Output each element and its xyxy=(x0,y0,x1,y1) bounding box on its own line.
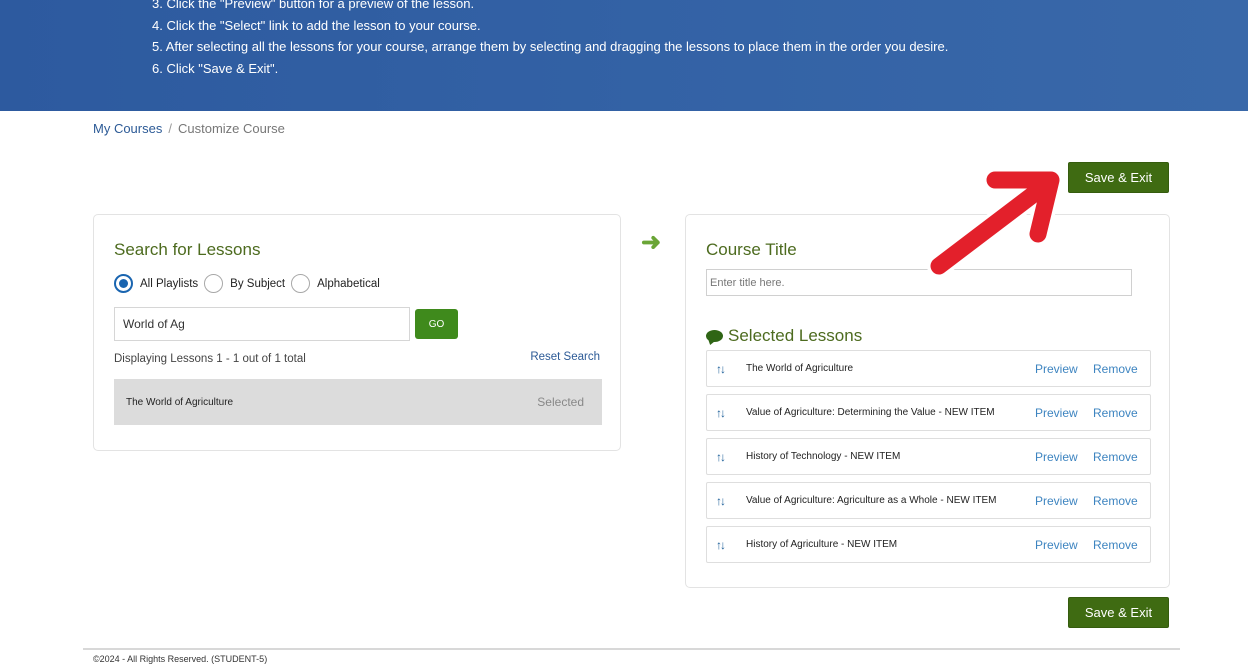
remove-link[interactable]: Remove xyxy=(1093,538,1138,552)
annotation-arrow-icon xyxy=(927,168,1063,278)
instruction-item: 4. Click the "Select" link to add the le… xyxy=(152,17,481,33)
result-title: The World of Agriculture xyxy=(126,396,234,408)
search-input[interactable] xyxy=(114,307,410,341)
preview-link[interactable]: Preview xyxy=(1035,450,1078,464)
drag-handle-icon[interactable]: ↑↓ xyxy=(716,450,746,464)
search-mode-radios: All Playlists By Subject Alphabetical xyxy=(114,274,386,293)
lesson-title: History of Technology - NEW ITEM xyxy=(746,451,901,462)
lesson-title: Value of Agriculture: Agriculture as a W… xyxy=(746,495,997,506)
footer-copyright: ©2024 - All Rights Reserved. (STUDENT-5) xyxy=(93,654,268,664)
arrow-right-icon: ➜ xyxy=(641,229,662,256)
lesson-item[interactable]: ↑↓ The World of Agriculture Preview Remo… xyxy=(706,350,1151,387)
drag-handle-icon[interactable]: ↑↓ xyxy=(716,362,746,376)
lesson-item[interactable]: ↑↓ Value of Agriculture: Determining the… xyxy=(706,394,1151,431)
lesson-title: History of Agriculture - NEW ITEM xyxy=(746,539,898,550)
preview-link[interactable]: Preview xyxy=(1035,406,1078,420)
reset-search-link[interactable]: Reset Search xyxy=(530,351,600,363)
instructions-list: 3. Click the "Preview" button for a prev… xyxy=(152,0,948,79)
search-heading: Search for Lessons xyxy=(114,240,261,259)
save-exit-button-bottom[interactable]: Save & Exit xyxy=(1068,597,1169,628)
lesson-item[interactable]: ↑↓ Value of Agriculture: Agriculture as … xyxy=(706,482,1151,519)
lesson-item[interactable]: ↑↓ History of Agriculture - NEW ITEM Pre… xyxy=(706,526,1151,563)
instructions-banner: 3. Click the "Preview" button for a prev… xyxy=(0,0,1248,111)
radio-label: All Playlists xyxy=(140,277,199,290)
remove-link[interactable]: Remove xyxy=(1093,450,1138,464)
selected-lessons-heading: Selected Lessons xyxy=(706,326,862,346)
breadcrumb-separator: / xyxy=(168,121,172,136)
radio-all-playlists[interactable] xyxy=(114,274,133,293)
lesson-title: Value of Agriculture: Determining the Va… xyxy=(746,407,995,418)
preview-link[interactable]: Preview xyxy=(1035,538,1078,552)
drag-handle-icon[interactable]: ↑↓ xyxy=(716,494,746,508)
drag-handle-icon[interactable]: ↑↓ xyxy=(716,538,746,552)
radio-by-subject[interactable] xyxy=(204,274,224,293)
breadcrumb-my-courses[interactable]: My Courses xyxy=(93,121,162,136)
remove-link[interactable]: Remove xyxy=(1093,494,1138,508)
course-title-input[interactable] xyxy=(706,269,1132,296)
save-exit-button-top[interactable]: Save & Exit xyxy=(1068,162,1169,193)
selected-lessons-list: ↑↓ The World of Agriculture Preview Remo… xyxy=(706,350,1151,570)
results-count: Displaying Lessons 1 - 1 out of 1 total xyxy=(114,353,306,365)
footer-divider xyxy=(83,648,1180,650)
preview-link[interactable]: Preview xyxy=(1035,494,1078,508)
instruction-item: 3. Click the "Preview" button for a prev… xyxy=(152,0,475,11)
search-panel: Search for Lessons All Playlists By Subj… xyxy=(93,214,621,451)
lesson-item[interactable]: ↑↓ History of Technology - NEW ITEM Prev… xyxy=(706,438,1151,475)
go-button[interactable]: GO xyxy=(415,309,458,339)
result-status: Selected xyxy=(537,395,584,409)
course-title-heading: Course Title xyxy=(706,240,797,259)
radio-alphabetical[interactable] xyxy=(291,274,311,293)
lesson-title: The World of Agriculture xyxy=(746,363,854,374)
preview-link[interactable]: Preview xyxy=(1035,362,1078,376)
remove-link[interactable]: Remove xyxy=(1093,362,1138,376)
drag-handle-icon[interactable]: ↑↓ xyxy=(716,406,746,420)
radio-label: By Subject xyxy=(230,277,286,290)
instruction-item: 6. Click "Save & Exit". xyxy=(152,60,279,76)
remove-link[interactable]: Remove xyxy=(1093,406,1138,420)
instruction-item: 5. After selecting all the lessons for y… xyxy=(152,39,949,54)
radio-label: Alphabetical xyxy=(317,277,380,290)
comment-icon xyxy=(706,330,723,342)
breadcrumb: My Courses / Customize Course xyxy=(93,121,285,136)
selected-lessons-label: Selected Lessons xyxy=(728,326,863,345)
breadcrumb-current: Customize Course xyxy=(177,121,285,136)
search-result-row[interactable]: The World of Agriculture Selected xyxy=(114,379,602,425)
